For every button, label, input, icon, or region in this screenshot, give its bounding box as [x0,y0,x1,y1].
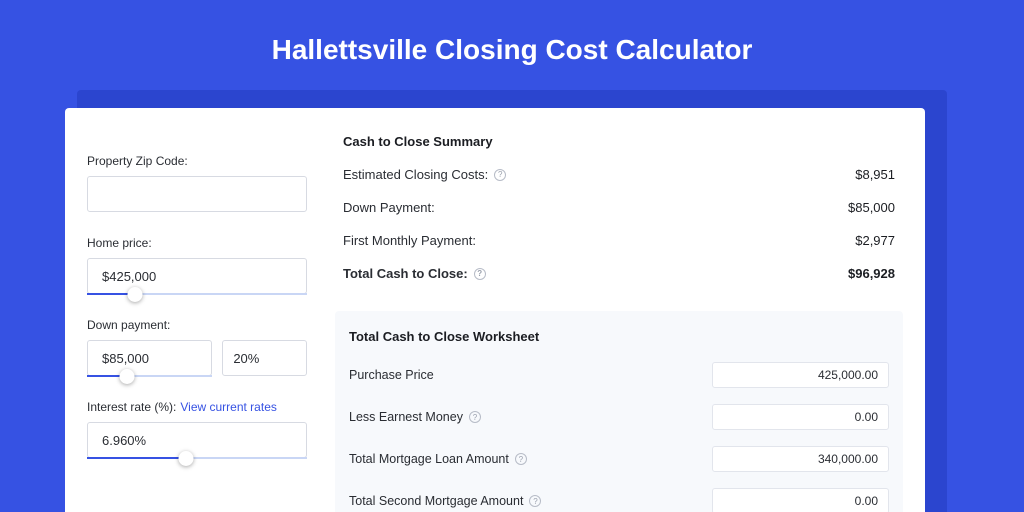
interest-input-wrap [87,422,307,458]
summary-row-total: Total Cash to Close: ? $96,928 [343,266,895,281]
summary-label-total: Total Cash to Close: ? [343,266,486,281]
interest-label: Interest rate (%): [87,400,176,414]
home-price-field-group: Home price: [87,236,307,294]
summary-value-down-payment: $85,000 [848,200,895,215]
down-payment-slider-thumb[interactable] [120,369,135,384]
worksheet-label-second-mortgage: Total Second Mortgage Amount ? [349,494,541,508]
summary-box: Cash to Close Summary Estimated Closing … [335,132,903,293]
interest-input[interactable] [87,422,307,458]
down-payment-input[interactable] [87,340,212,376]
summary-label-closing-costs: Estimated Closing Costs: ? [343,167,506,182]
worksheet-row-earnest: Less Earnest Money ? [349,404,889,430]
worksheet-value-earnest[interactable] [712,404,889,430]
worksheet-row-second-mortgage: Total Second Mortgage Amount ? [349,488,889,512]
zip-label: Property Zip Code: [87,154,307,168]
summary-row-down-payment: Down Payment: $85,000 [343,200,895,215]
calculator-card: Property Zip Code: Home price: Down paym… [65,108,925,512]
interest-slider-fill [87,457,186,459]
worksheet-row-loan: Total Mortgage Loan Amount ? [349,446,889,472]
worksheet-label-earnest: Less Earnest Money ? [349,410,481,424]
summary-value-first-payment: $2,977 [855,233,895,248]
worksheet-value-second-mortgage[interactable] [712,488,889,512]
down-payment-input-wrap [87,340,212,376]
worksheet-row-purchase: Purchase Price [349,362,889,388]
home-price-slider-thumb[interactable] [128,287,143,302]
summary-title: Cash to Close Summary [343,134,895,149]
info-icon[interactable]: ? [529,495,541,507]
home-price-input-wrap [87,258,307,294]
worksheet-box: Total Cash to Close Worksheet Purchase P… [335,311,903,512]
home-price-label: Home price: [87,236,307,250]
interest-field-group: Interest rate (%): View current rates [87,400,307,458]
down-payment-label: Down payment: [87,318,307,332]
summary-label-first-payment: First Monthly Payment: [343,233,476,248]
results-panel: Cash to Close Summary Estimated Closing … [317,132,903,498]
summary-row-closing-costs: Estimated Closing Costs: ? $8,951 [343,167,895,182]
interest-slider-thumb[interactable] [179,451,194,466]
summary-label-down-payment: Down Payment: [343,200,435,215]
info-icon[interactable]: ? [494,169,506,181]
info-icon[interactable]: ? [474,268,486,280]
page-title: Hallettsville Closing Cost Calculator [272,34,753,66]
down-payment-pct[interactable]: 20% [222,340,307,376]
interest-label-row: Interest rate (%): View current rates [87,400,307,414]
zip-field-group: Property Zip Code: [87,154,307,212]
info-icon[interactable]: ? [469,411,481,423]
worksheet-title: Total Cash to Close Worksheet [349,329,889,344]
worksheet-label-purchase: Purchase Price [349,368,434,382]
calculator-shadow: Property Zip Code: Home price: Down paym… [77,90,947,512]
worksheet-value-loan[interactable] [712,446,889,472]
info-icon[interactable]: ? [515,453,527,465]
home-price-input[interactable] [87,258,307,294]
worksheet-value-purchase[interactable] [712,362,889,388]
zip-input[interactable] [87,176,307,212]
view-rates-link[interactable]: View current rates [180,400,277,414]
worksheet-label-loan: Total Mortgage Loan Amount ? [349,452,527,466]
summary-row-first-payment: First Monthly Payment: $2,977 [343,233,895,248]
down-payment-field-group: Down payment: 20% [87,318,307,376]
summary-value-closing-costs: $8,951 [855,167,895,182]
input-panel: Property Zip Code: Home price: Down paym… [87,132,317,498]
summary-value-total: $96,928 [848,266,895,281]
down-payment-row: 20% [87,340,307,376]
